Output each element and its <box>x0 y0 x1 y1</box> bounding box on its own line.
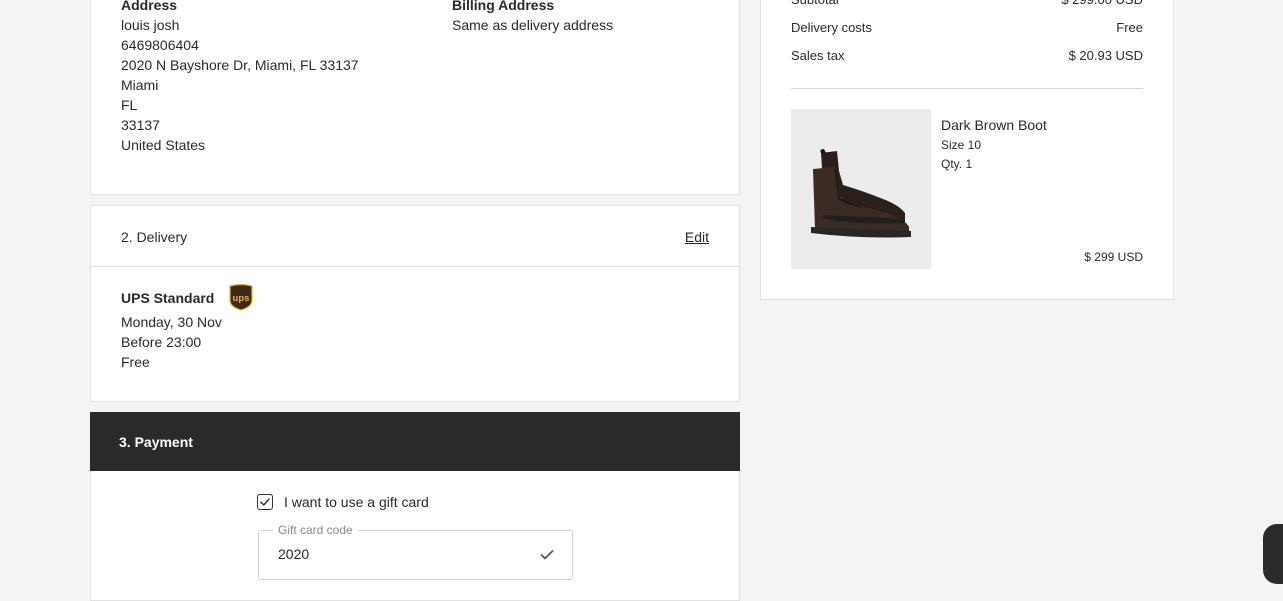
sales-tax-row: Sales tax $ 20.93 USD <box>791 47 1143 65</box>
address-country: United States <box>121 137 206 153</box>
boot-image[interactable] <box>791 109 931 269</box>
summary-divider <box>791 88 1143 89</box>
address-city: Miami <box>121 77 159 93</box>
billing-address-title: Billing Address <box>452 0 555 13</box>
delivery-card: 2. Delivery Edit UPS Standard ups Monday… <box>90 205 740 402</box>
order-summary-card: Subtotal $ 299.00 USD Delivery costs Fre… <box>760 0 1174 300</box>
delivery-time: Before 23:00 <box>121 334 202 350</box>
ups-logo-icon: ups <box>229 283 253 311</box>
delivery-costs-label: Delivery costs <box>791 20 872 35</box>
delivery-date: Monday, 30 Nov <box>121 314 222 330</box>
address-phone: 6469806404 <box>121 37 199 53</box>
product-name: Dark Brown Boot <box>941 117 1047 133</box>
delivery-header: 2. Delivery Edit <box>91 206 739 267</box>
subtotal-value: $ 299.00 USD <box>1061 0 1143 9</box>
gift-card-checkbox[interactable] <box>257 494 273 510</box>
delivery-costs-row: Delivery costs Free <box>791 19 1143 37</box>
valid-check-icon <box>540 550 554 560</box>
subtotal-label: Subtotal <box>791 0 839 9</box>
payment-header: 3. Payment <box>90 412 740 472</box>
product-qty: Qty. 1 <box>941 157 973 171</box>
delivery-costs-value: Free <box>1116 20 1143 35</box>
product-size: Size 10 <box>941 138 982 152</box>
gift-card-field[interactable]: Gift card code <box>258 522 573 580</box>
address-state: FL <box>121 97 138 113</box>
chat-launcher-button[interactable] <box>1263 524 1283 584</box>
address-card: Address Billing Address louis josh 64698… <box>90 0 740 195</box>
gift-card-input[interactable] <box>278 544 518 564</box>
product-price: $ 299 USD <box>1084 250 1143 264</box>
payment-card: I want to use a gift card Gift card code <box>90 471 740 601</box>
sales-tax-label: Sales tax <box>791 48 845 63</box>
svg-text:ups: ups <box>233 293 250 304</box>
payment-title: 3. Payment <box>119 434 193 450</box>
address-name: louis josh <box>121 17 180 33</box>
delivery-cost: Free <box>121 354 150 370</box>
gift-card-field-label: Gift card code <box>273 522 358 538</box>
billing-address-text: Same as delivery address <box>452 17 614 33</box>
address-lines: louis josh 6469806404 2020 N Bayshore Dr… <box>121 15 359 155</box>
address-street: 2020 N Bayshore Dr, Miami, FL 33137 <box>121 57 359 73</box>
subtotal-row: Subtotal $ 299.00 USD <box>791 0 1143 9</box>
address-zip: 33137 <box>121 117 160 133</box>
gift-card-checkbox-label[interactable]: I want to use a gift card <box>284 492 429 512</box>
sales-tax-value: $ 20.93 USD <box>1068 48 1143 63</box>
edit-delivery-link[interactable]: Edit <box>685 227 709 247</box>
delivery-method: UPS Standard <box>121 290 215 306</box>
check-icon <box>260 498 270 506</box>
address-title: Address <box>121 0 178 13</box>
delivery-title: 2. Delivery <box>121 229 188 245</box>
